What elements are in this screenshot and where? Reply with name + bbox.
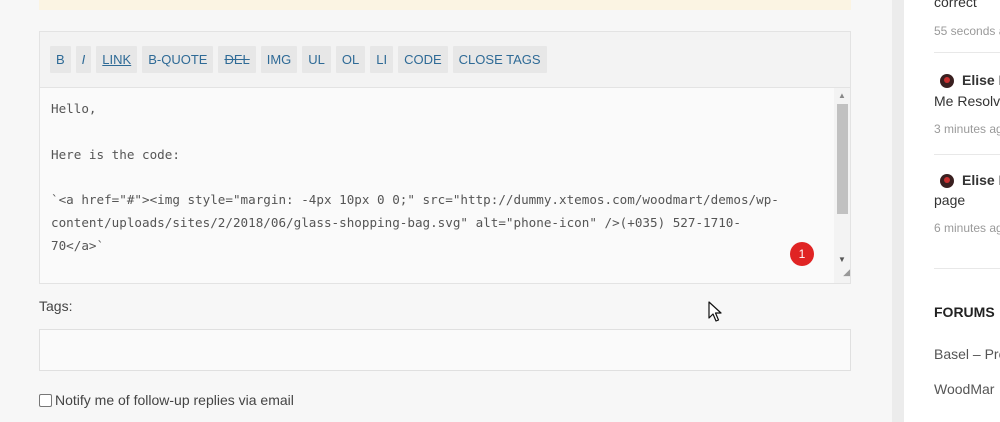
topic-title[interactable]: Me Resolv (934, 93, 1000, 109)
forums-heading: FORUMS (934, 304, 995, 320)
unordered-list-button[interactable]: UL (302, 46, 331, 73)
bold-button[interactable]: B (50, 46, 71, 73)
topic-time: 6 minutes ag (934, 221, 1000, 235)
scroll-down-arrow-icon[interactable]: ▼ (834, 252, 850, 268)
notice-bar (39, 0, 851, 10)
scroll-up-arrow-icon[interactable]: ▲ (834, 88, 850, 104)
delete-button[interactable]: DEL (218, 46, 256, 73)
sidebar-divider (934, 154, 1000, 155)
forum-link[interactable]: WoodMar (934, 381, 994, 397)
blockquote-button[interactable]: B-QUOTE (142, 46, 214, 73)
topic-time: 3 minutes ag (934, 122, 1000, 136)
editor-toolbar: B I LINK B-QUOTE DEL IMG UL OL LI CODE C… (40, 32, 850, 88)
tags-input[interactable] (39, 329, 851, 371)
reply-textarea[interactable]: Hello, Here is the code: `<a href="#"><i… (40, 88, 835, 283)
reply-editor: B I LINK B-QUOTE DEL IMG UL OL LI CODE C… (39, 31, 851, 284)
image-button[interactable]: IMG (260, 46, 298, 73)
author-name[interactable]: Elise M (962, 172, 1000, 188)
sidebar-divider (934, 268, 1000, 269)
forum-link[interactable]: Basel – Pre (934, 346, 1000, 362)
notification-badge[interactable]: 1 (790, 242, 814, 266)
reply-text: Hello, Here is the code: `<a href="#"><i… (51, 101, 779, 253)
link-button[interactable]: LINK (96, 46, 138, 73)
tags-label: Tags: (39, 298, 73, 314)
notify-label: Notify me of follow-up replies via email (55, 392, 294, 408)
avatar (940, 74, 954, 88)
topic-title[interactable]: page (934, 192, 965, 208)
editor-scrollbar[interactable]: ▲ ▼ (834, 88, 850, 268)
topic-title[interactable]: correct (934, 0, 977, 10)
italic-button[interactable]: I (75, 46, 92, 73)
topic-time: 55 seconds a (934, 24, 1000, 38)
mouse-cursor-icon (708, 301, 722, 322)
sidebar: correct 55 seconds a Elise M Me Resolv 3… (904, 0, 1000, 422)
code-button[interactable]: CODE (398, 46, 448, 73)
sidebar-divider (934, 52, 1000, 53)
ordered-list-button[interactable]: OL (335, 46, 366, 73)
scrollbar-thumb[interactable] (837, 104, 848, 214)
resize-handle-icon[interactable]: ◢ (834, 267, 850, 283)
sidebar-gutter (892, 0, 904, 422)
notify-option[interactable]: Notify me of follow-up replies via email (39, 392, 294, 408)
main-content: B I LINK B-QUOTE DEL IMG UL OL LI CODE C… (0, 0, 892, 422)
close-tags-button[interactable]: CLOSE TAGS (452, 46, 547, 73)
notify-checkbox[interactable] (39, 393, 52, 407)
avatar (940, 174, 954, 188)
author-name[interactable]: Elise M (962, 72, 1000, 88)
list-item-button[interactable]: LI (370, 46, 394, 73)
